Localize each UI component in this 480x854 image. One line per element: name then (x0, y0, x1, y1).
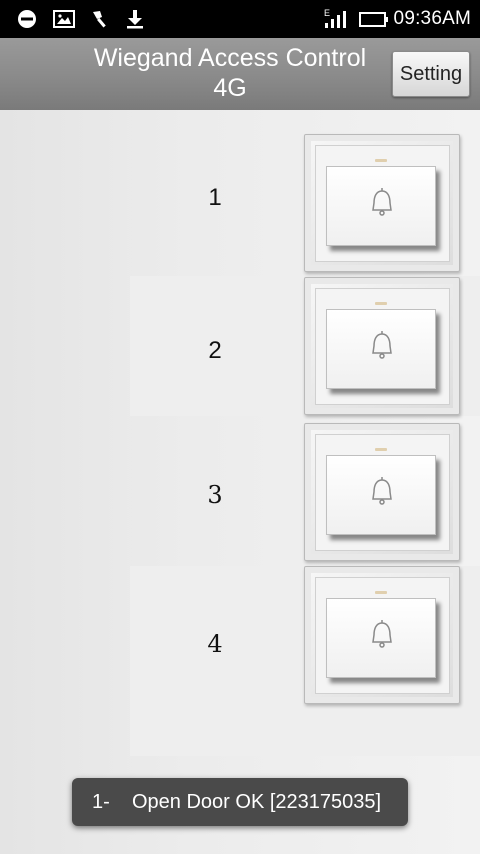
door-label-2: 2 (208, 337, 222, 364)
switch-led (375, 591, 387, 594)
door-switch-1[interactable] (304, 134, 460, 272)
switch-led (375, 448, 387, 451)
switch-frame (315, 577, 450, 694)
app-title-line1: Wiegand Access Control (93, 44, 367, 72)
setting-button[interactable]: Setting (392, 51, 470, 97)
door-label-4: 4 (207, 630, 223, 658)
switch-led (375, 159, 387, 162)
switch-rocker (326, 591, 436, 678)
switch-frame (315, 145, 450, 262)
bell-icon (372, 331, 392, 359)
clock: 09:36AM (393, 8, 471, 29)
network-type: E (324, 8, 330, 18)
door-switch-4[interactable] (304, 566, 460, 704)
download-icon (127, 10, 143, 29)
app-title: Wiegand Access Control 4G (60, 43, 400, 103)
title-bar: Wiegand Access Control 4G Setting (0, 38, 480, 110)
bell-icon (372, 188, 392, 216)
battery-icon (359, 12, 388, 27)
switch-rocker (326, 302, 436, 389)
door-list: 1 2 3 4 (0, 110, 480, 854)
door-label-3: 3 (207, 481, 223, 509)
door-row-1: 1 (0, 134, 480, 274)
app-title-line2: 4G (213, 74, 247, 102)
toast-message: 1- Open Door OK [223175035] (72, 778, 408, 826)
status-bar: E 09:36AM (0, 0, 480, 38)
wrench-icon (93, 11, 106, 28)
switch-frame (315, 434, 450, 551)
signal-icon: E (324, 8, 346, 28)
bell-icon (372, 620, 392, 648)
toast-text: Open Door OK [223175035] (132, 791, 382, 813)
door-label-1: 1 (208, 184, 222, 211)
switch-frame (315, 288, 450, 405)
bell-icon (372, 477, 392, 505)
door-switch-3[interactable] (304, 423, 460, 561)
door-switch-2[interactable] (304, 277, 460, 415)
switch-led (375, 302, 387, 305)
door-row-2: 2 (0, 277, 480, 417)
switch-rocker (326, 159, 436, 246)
door-row-3: 3 (0, 423, 480, 563)
image-icon (53, 10, 75, 28)
toast-prefix: 1- (92, 791, 110, 813)
door-row-4: 4 (0, 566, 480, 706)
circle-minus-icon (18, 10, 36, 28)
switch-rocker (326, 448, 436, 535)
